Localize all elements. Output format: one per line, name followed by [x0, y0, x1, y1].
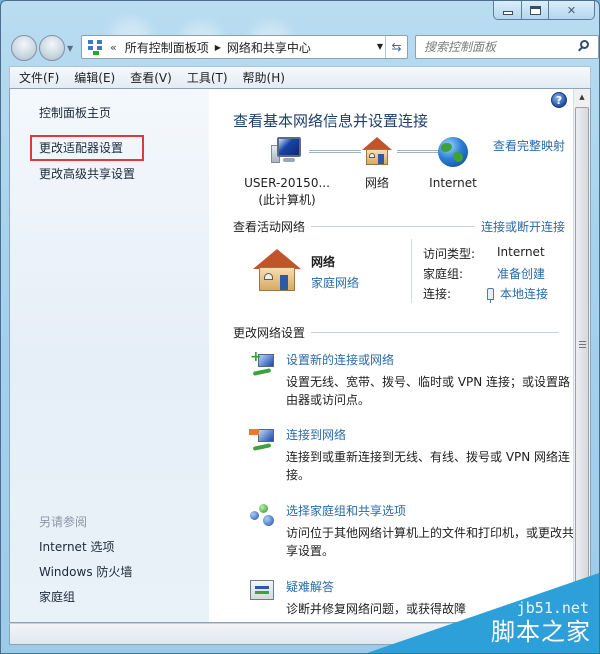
local-connection-label[interactable]: 本地连接	[500, 287, 548, 301]
node-network[interactable]: 网络	[347, 137, 407, 192]
change-settings-heading: 更改网络设置	[233, 326, 306, 340]
search-box[interactable]	[415, 35, 599, 59]
task-description: 连接到或重新连接到无线、有线、拨号或 VPN 网络连接。	[286, 450, 571, 482]
maximize-button[interactable]	[522, 1, 549, 20]
active-networks-heading: 查看活动网络	[233, 220, 306, 234]
breadcrumb-network-sharing-center[interactable]: 网络和共享中心	[227, 39, 311, 56]
caption-buttons: ✕	[493, 1, 595, 21]
refresh-button[interactable]: ⇆	[385, 36, 407, 58]
internet-label: Internet	[429, 176, 477, 190]
address-overflow-chevron[interactable]: «	[110, 41, 117, 54]
network-sharing-center-window: ✕ ▼ « 所有控制面板项 ▶ 网络和共享中心 ▼ ⇆ 文件(F) 编辑(E) …	[0, 0, 600, 654]
control-panel-icon	[88, 39, 104, 55]
content-area: 控制面板主页 更改适配器设置 更改高级共享设置 另请参阅 Internet 选项…	[9, 88, 591, 623]
troubleshoot-icon	[249, 578, 275, 604]
section-divider	[311, 226, 475, 227]
task-sidebar: 控制面板主页 更改适配器设置 更改高级共享设置 另请参阅 Internet 选项…	[10, 89, 209, 622]
breadcrumb-all-control-panel-items[interactable]: 所有控制面板项	[125, 39, 209, 56]
homegroup-icon	[249, 502, 275, 528]
scroll-thumb[interactable]	[575, 107, 589, 604]
recent-pages-dropdown[interactable]: ▼	[67, 44, 73, 53]
watermark-brand: 脚本之家	[491, 618, 591, 646]
minimize-button[interactable]	[493, 1, 522, 20]
network-diagram: USER-20150... (此计算机) 网络 Internet	[223, 129, 483, 209]
minimize-icon	[502, 11, 513, 15]
home-network-icon[interactable]	[253, 249, 301, 293]
menu-tools[interactable]: 工具(T)	[187, 69, 228, 86]
section-divider	[311, 332, 559, 333]
computer-icon	[271, 137, 303, 167]
network-house-icon	[362, 137, 392, 167]
search-icon[interactable]	[574, 37, 594, 57]
scroll-grip-icon	[579, 340, 586, 350]
active-networks-header: 查看活动网络 连接或断开连接	[233, 218, 565, 235]
navigation-bar: ▼ « 所有控制面板项 ▶ 网络和共享中心 ▼ ⇆	[9, 34, 599, 61]
scroll-up-arrow-icon[interactable]: ▲	[574, 89, 590, 106]
sidebar-link-windows-firewall[interactable]: Windows 防火墙	[39, 563, 132, 580]
menu-file[interactable]: 文件(F)	[19, 69, 59, 86]
sidebar-link-change-advanced-sharing[interactable]: 更改高级共享设置	[39, 165, 135, 182]
task-description: 访问位于其他网络计算机上的文件和打印机，或更改共享设置。	[286, 526, 575, 558]
menu-bar: 文件(F) 编辑(E) 查看(V) 工具(T) 帮助(H)	[9, 66, 591, 88]
close-icon: ✕	[566, 3, 577, 17]
setup-new-connection-link[interactable]: 设置新的连接或网络	[286, 351, 394, 368]
refresh-icon: ⇆	[391, 40, 402, 54]
breadcrumb-separator-icon[interactable]: ▶	[215, 43, 221, 52]
sidebar-link-homegroup[interactable]: 家庭组	[39, 588, 75, 605]
menu-view[interactable]: 查看(V)	[130, 69, 172, 86]
network-name: 网络	[311, 255, 336, 269]
change-settings-header: 更改网络设置	[233, 324, 565, 341]
node-this-computer[interactable]: USER-20150... (此计算机)	[237, 137, 337, 209]
main-panel: ? 查看基本网络信息并设置连接 查看完整映射 USER-20150... (此计…	[209, 89, 575, 622]
address-dropdown-icon[interactable]: ▼	[377, 42, 383, 51]
new-connection-icon: +	[249, 350, 275, 377]
forward-button[interactable]	[39, 35, 65, 61]
sidebar-link-internet-options[interactable]: Internet 选项	[39, 538, 114, 555]
watermark: jb51.net 脚本之家	[367, 573, 599, 653]
back-button[interactable]	[11, 35, 37, 61]
task-description: 设置无线、宽带、拨号、临时或 VPN 连接；或设置路由器或访问点。	[286, 375, 571, 407]
see-also-heading: 另请参阅	[39, 515, 88, 529]
address-bar[interactable]: « 所有控制面板项 ▶ 网络和共享中心 ▼ ⇆	[81, 35, 408, 59]
troubleshoot-link[interactable]: 疑难解答	[286, 578, 334, 595]
ethernet-plug-icon	[487, 288, 494, 303]
connection-label: 连接:	[423, 287, 452, 301]
homegroup-ready-link[interactable]: 准备创建	[497, 265, 545, 282]
page-title: 查看基本网络信息并设置连接	[233, 112, 429, 130]
vertical-scrollbar[interactable]: ▲	[573, 89, 590, 622]
computer-subtitle: (此计算机)	[258, 193, 316, 207]
access-type-label: 访问类型:	[423, 247, 476, 261]
connect-disconnect-link[interactable]: 连接或断开连接	[481, 218, 565, 235]
maximize-icon	[529, 5, 541, 15]
connect-to-network-link[interactable]: 连接到网络	[286, 426, 346, 443]
local-connection-link[interactable]: 本地连接	[487, 285, 548, 303]
network-type-link[interactable]: 家庭网络	[311, 274, 359, 291]
sidebar-link-control-panel-home[interactable]: 控制面板主页	[39, 104, 111, 121]
vertical-divider	[411, 239, 412, 303]
network-label: 网络	[364, 176, 389, 190]
computer-name: USER-20150...	[244, 176, 330, 190]
sidebar-link-change-adapter-settings[interactable]: 更改适配器设置	[39, 139, 123, 156]
menu-edit[interactable]: 编辑(E)	[74, 69, 115, 86]
help-icon[interactable]: ?	[551, 92, 567, 108]
node-internet[interactable]: Internet	[423, 137, 483, 192]
view-full-map-link[interactable]: 查看完整映射	[493, 137, 565, 154]
connect-network-icon	[249, 426, 275, 452]
access-type-value: Internet	[497, 245, 545, 259]
menu-help[interactable]: 帮助(H)	[243, 69, 285, 86]
active-network-panel: 网络 家庭网络 访问类型: Internet 家庭组: 准备创建 连接: 本地连…	[233, 239, 565, 303]
homegroup-sharing-options-link[interactable]: 选择家庭组和共享选项	[286, 502, 406, 519]
homegroup-label: 家庭组:	[423, 267, 464, 281]
internet-globe-icon	[438, 137, 468, 167]
close-button[interactable]: ✕	[549, 1, 595, 20]
search-input[interactable]	[416, 40, 574, 54]
